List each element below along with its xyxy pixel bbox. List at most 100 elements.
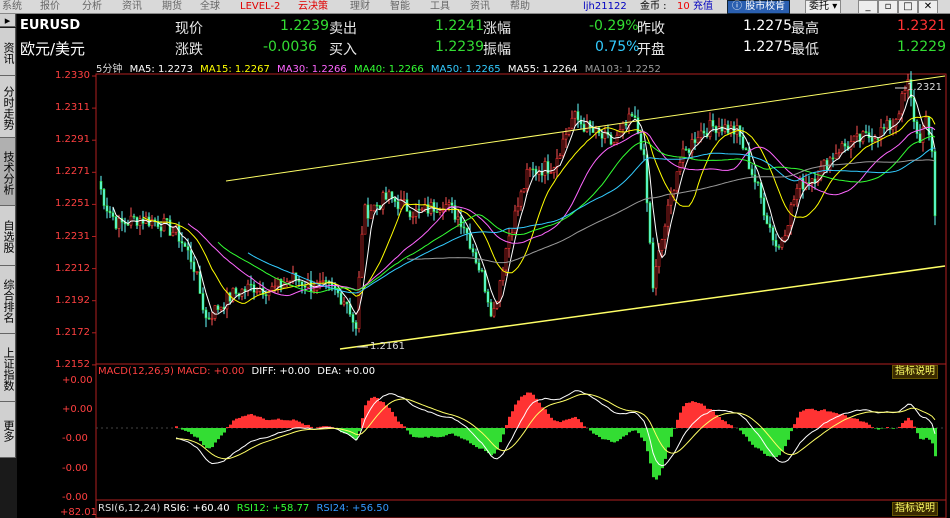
macd-bar: [751, 428, 754, 445]
rsi-legend: RSI(6,12,24) RSI6: +60.40 RSI12: +58.77 …: [98, 503, 389, 514]
candle-body: [102, 188, 106, 206]
candle-body: [183, 242, 187, 247]
macd-bar: [184, 428, 187, 431]
candle-body: [186, 246, 190, 251]
candle-body: [297, 279, 301, 282]
candle-body: [114, 216, 118, 229]
candle-body: [273, 285, 277, 288]
macd-bar: [799, 411, 802, 428]
ma15-line: [142, 115, 936, 304]
macd-bar: [589, 428, 592, 431]
price-tick: 1.2291: [55, 134, 90, 146]
candle-body: [624, 123, 628, 126]
candle-body: [276, 279, 280, 287]
price-tick: 1.2212: [55, 262, 90, 274]
macd-bar: [514, 404, 517, 428]
macd-bar: [682, 406, 685, 428]
candle-body: [105, 205, 109, 212]
macd-bar: [532, 394, 535, 428]
candle-body: [852, 135, 856, 142]
macd-bar: [304, 425, 307, 428]
candle-body: [525, 169, 529, 189]
candle-body: [132, 215, 136, 218]
macd-bar: [670, 428, 673, 437]
candle-body: [531, 168, 535, 171]
macd-tick: +0.00: [62, 375, 93, 386]
macd-bar: [193, 428, 196, 437]
macd-bar: [397, 421, 400, 428]
candle-body: [729, 125, 733, 134]
macd-bar: [868, 424, 871, 428]
macd-bar: [544, 409, 547, 428]
candle-body: [342, 301, 346, 305]
candle-body: [396, 201, 400, 210]
candle-body: [696, 137, 700, 144]
macd-bar: [616, 428, 619, 442]
macd-bar: [388, 407, 391, 428]
macd-bar: [250, 413, 253, 428]
candle-body: [450, 202, 454, 206]
macd-bar: [673, 428, 676, 429]
candle-body: [549, 172, 553, 174]
macd-bar: [694, 402, 697, 428]
macd-bar: [721, 419, 724, 428]
candle-body: [675, 171, 679, 192]
macd-bar: [226, 427, 229, 428]
macd-dea: DEA: +0.00: [317, 366, 376, 377]
macd-bar: [457, 428, 460, 437]
macd-bar: [259, 416, 262, 428]
macd-tick: -0.00: [62, 492, 88, 503]
macd-help-button[interactable]: 指标说明: [892, 365, 938, 379]
candle-body: [357, 276, 361, 329]
macd-bar: [301, 423, 304, 428]
macd-bar: [220, 428, 223, 436]
candle-body: [399, 199, 403, 210]
main-panel-frame: [95, 73, 947, 365]
macd-bar: [280, 419, 283, 428]
candle-body: [621, 123, 625, 130]
candle-body: [834, 153, 838, 159]
candle-body: [666, 204, 670, 227]
macd-tick: +0.00: [62, 404, 93, 415]
candle-body: [468, 232, 472, 249]
candle-body: [384, 192, 388, 200]
candle-body: [504, 248, 508, 271]
macd-bar: [373, 396, 376, 428]
macd-bar: [604, 428, 607, 440]
macd-bar: [793, 424, 796, 428]
macd-bar: [292, 419, 295, 428]
macd-bar: [244, 415, 247, 428]
macd-bar: [835, 413, 838, 428]
candle-body: [159, 226, 163, 232]
kline-chart[interactable]: [0, 0, 950, 518]
macd-bar: [658, 428, 661, 476]
macd-bar: [892, 428, 895, 429]
candle-body: [420, 208, 424, 211]
candle-body: [612, 142, 616, 145]
macd-bar: [412, 428, 415, 437]
candle-body: [786, 225, 790, 237]
candle-body: [582, 123, 586, 132]
macd-legend: MACD(12,26,9) MACD: +0.00 DIFF: +0.00 DE…: [98, 366, 375, 377]
macd-bar: [724, 421, 727, 428]
macd-bar: [928, 428, 931, 440]
candle-body: [897, 113, 901, 120]
macd-bar: [823, 409, 826, 428]
macd-bar: [679, 412, 682, 428]
macd-bar: [817, 411, 820, 428]
candle-body: [324, 280, 328, 282]
candle-body: [489, 301, 493, 317]
macd-bar: [460, 428, 463, 439]
candle-body: [801, 177, 805, 190]
rsi-help-button[interactable]: 指标说明: [892, 502, 938, 516]
macd-bar: [859, 421, 862, 428]
ma5-line: [112, 94, 936, 316]
macd-bar: [580, 422, 583, 428]
candle-body: [219, 306, 223, 310]
candle-body: [138, 218, 142, 226]
macd-bar: [757, 428, 760, 449]
macd-bar: [634, 428, 637, 431]
macd-bar: [856, 418, 859, 428]
candle-body: [417, 208, 421, 211]
macd-bar: [436, 428, 439, 438]
